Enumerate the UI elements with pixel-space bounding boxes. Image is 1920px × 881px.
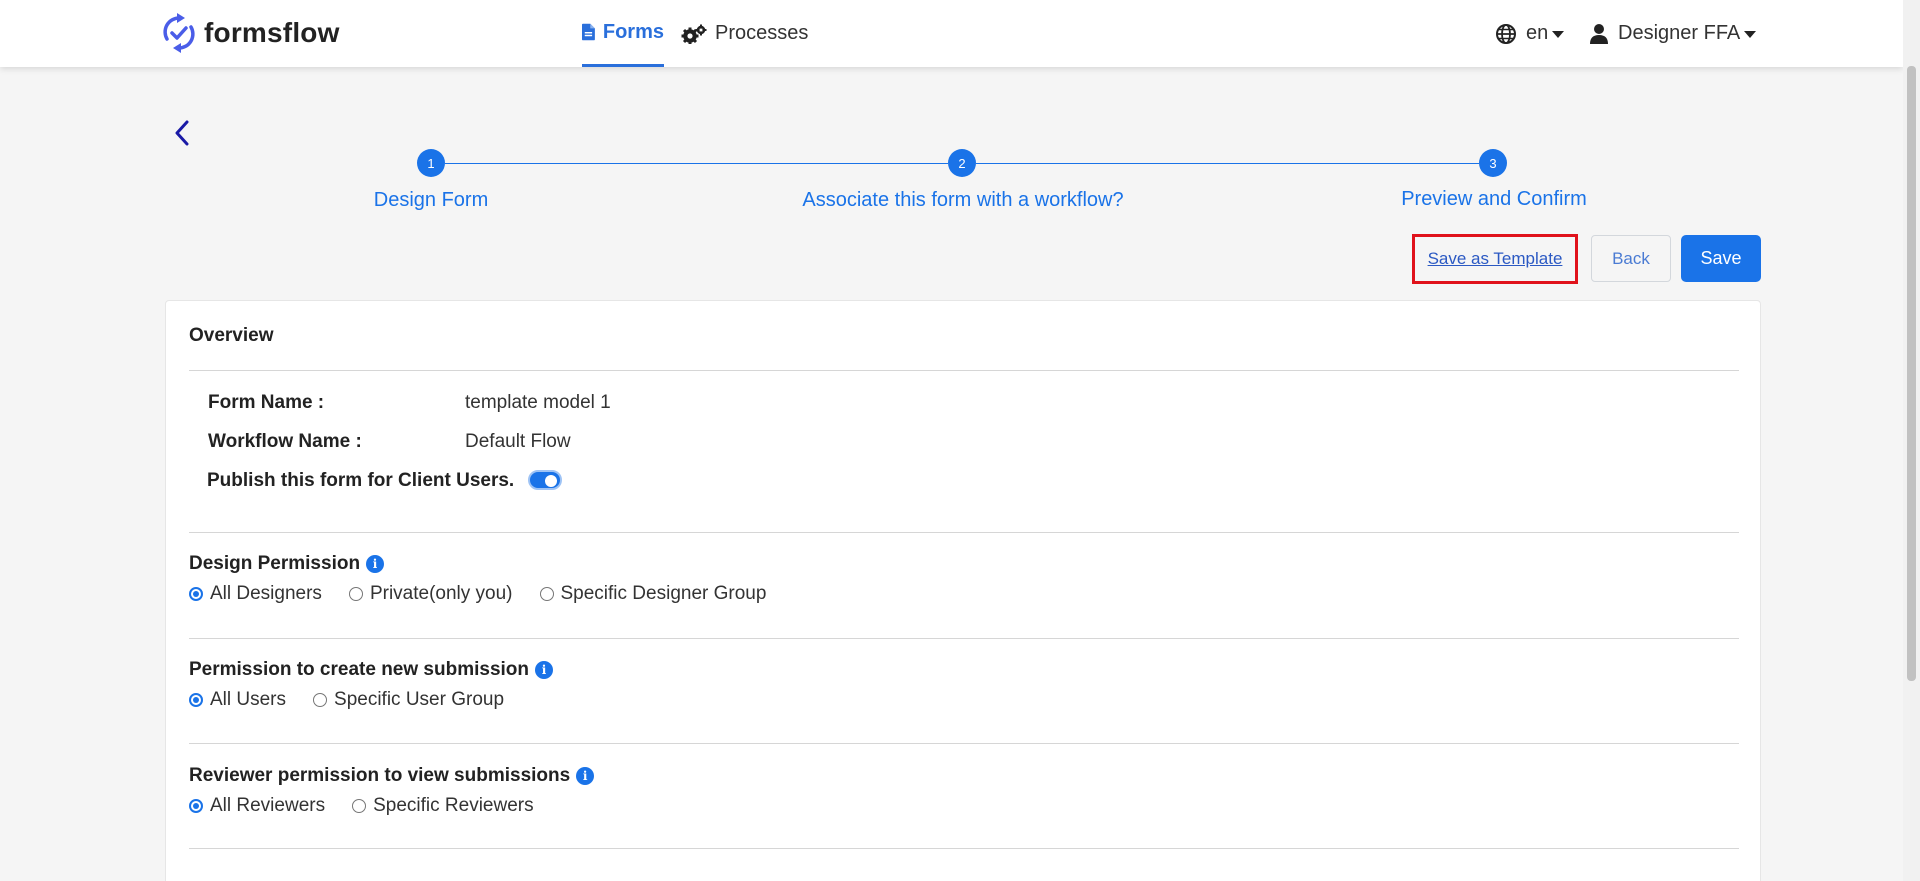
form-name-value: template model 1 [465, 392, 611, 413]
brand[interactable]: formsflow [160, 11, 340, 55]
step-1-label: Design Form [373, 189, 489, 211]
step-2-indicator: 2 [948, 149, 976, 177]
overview-card: Overview Form Name : template model 1 Wo… [165, 300, 1761, 881]
publish-toggle[interactable] [528, 470, 562, 490]
workflow-name-value: Default Flow [465, 431, 571, 452]
scrollbar-thumb[interactable] [1907, 66, 1916, 681]
divider [189, 848, 1739, 849]
radio-private[interactable]: Private(only you) [348, 583, 513, 605]
top-navbar: formsflow Forms Processes en Designer FF… [0, 0, 1903, 67]
step-3-indicator: 3 [1479, 149, 1507, 177]
radio-button[interactable] [189, 693, 203, 707]
submission-permission-options: All Users Specific User Group [189, 689, 531, 711]
save-button[interactable]: Save [1681, 235, 1761, 282]
radio-button[interactable] [313, 693, 328, 707]
divider [189, 532, 1739, 533]
submission-permission-title: Permission to create new submission [189, 659, 529, 680]
radio-button[interactable] [189, 587, 203, 601]
reviewer-permission-options: All Reviewers Specific Reviewers [189, 795, 561, 817]
file-icon [582, 23, 595, 41]
caret-down-icon [1552, 31, 1565, 38]
reviewer-permission-title: Reviewer permission to view submissions [189, 765, 571, 786]
radio-label: All Users [210, 689, 287, 710]
save-as-template-button[interactable]: Save as Template [1412, 234, 1578, 284]
nav-processes-label: Processes [715, 22, 809, 44]
radio-button[interactable] [539, 587, 554, 601]
nav-forms-label: Forms [602, 20, 664, 43]
radio-label: Private(only you) [369, 583, 513, 604]
user-dropdown[interactable]: Designer FFA [1590, 0, 1757, 67]
page-scrollbar[interactable] [1903, 0, 1920, 881]
step-connector [445, 163, 948, 164]
radio-specific-reviewers[interactable]: Specific Reviewers [352, 795, 534, 817]
back-arrow-icon[interactable] [170, 118, 194, 148]
design-permission-title: Design Permission [189, 553, 361, 574]
workflow-name-label: Workflow Name : [208, 431, 362, 452]
info-icon[interactable]: i [576, 767, 595, 785]
info-icon[interactable]: i [535, 661, 553, 679]
step-connector [976, 163, 1479, 164]
divider [189, 743, 1739, 744]
radio-specific-designer-group[interactable]: Specific Designer Group [539, 583, 767, 605]
radio-button[interactable] [352, 799, 367, 813]
info-icon[interactable]: i [366, 555, 385, 573]
nav-processes[interactable]: Processes [681, 0, 808, 67]
caret-down-icon [1744, 31, 1757, 38]
form-name-label: Form Name : [208, 392, 325, 413]
divider [189, 638, 1739, 639]
reviewer-permission-section: Reviewer permission to view submissions … [189, 765, 595, 787]
radio-label: All Reviewers [210, 795, 326, 816]
radio-button[interactable] [189, 799, 203, 813]
radio-button[interactable] [348, 587, 363, 601]
radio-label: All Designers [210, 583, 322, 604]
language-dropdown[interactable]: en [1496, 0, 1565, 67]
user-name: Designer FFA [1618, 22, 1741, 44]
radio-label: Specific Reviewers [373, 795, 534, 816]
radio-specific-user-group[interactable]: Specific User Group [313, 689, 504, 711]
design-permission-options: All Designers Private(only you) Specific… [189, 583, 793, 605]
radio-all-users[interactable]: All Users [189, 689, 286, 711]
submission-permission-section: Permission to create new submission i [189, 659, 553, 681]
radio-label: Specific Designer Group [560, 583, 767, 604]
brand-name: formsflow [204, 17, 340, 48]
nav-forms[interactable]: Forms [582, 0, 664, 67]
radio-all-reviewers[interactable]: All Reviewers [189, 795, 325, 817]
publish-label: Publish this form for Client Users. [207, 470, 515, 491]
user-icon [1590, 23, 1608, 44]
globe-icon [1496, 23, 1516, 44]
cogs-icon [681, 24, 707, 44]
radio-label: Specific User Group [334, 689, 505, 710]
radio-all-designers[interactable]: All Designers [189, 583, 322, 605]
step-3-label: Preview and Confirm [1401, 188, 1587, 210]
step-2-label: Associate this form with a workflow? [802, 189, 1124, 211]
design-permission-section: Design Permission i [189, 553, 385, 575]
divider [189, 370, 1739, 371]
back-button[interactable]: Back [1591, 235, 1671, 282]
overview-title: Overview [189, 325, 274, 346]
toggle-knob [545, 475, 557, 487]
formsflow-logo-icon [163, 13, 195, 53]
language-label: en [1526, 22, 1549, 44]
step-1-indicator: 1 [417, 149, 445, 177]
